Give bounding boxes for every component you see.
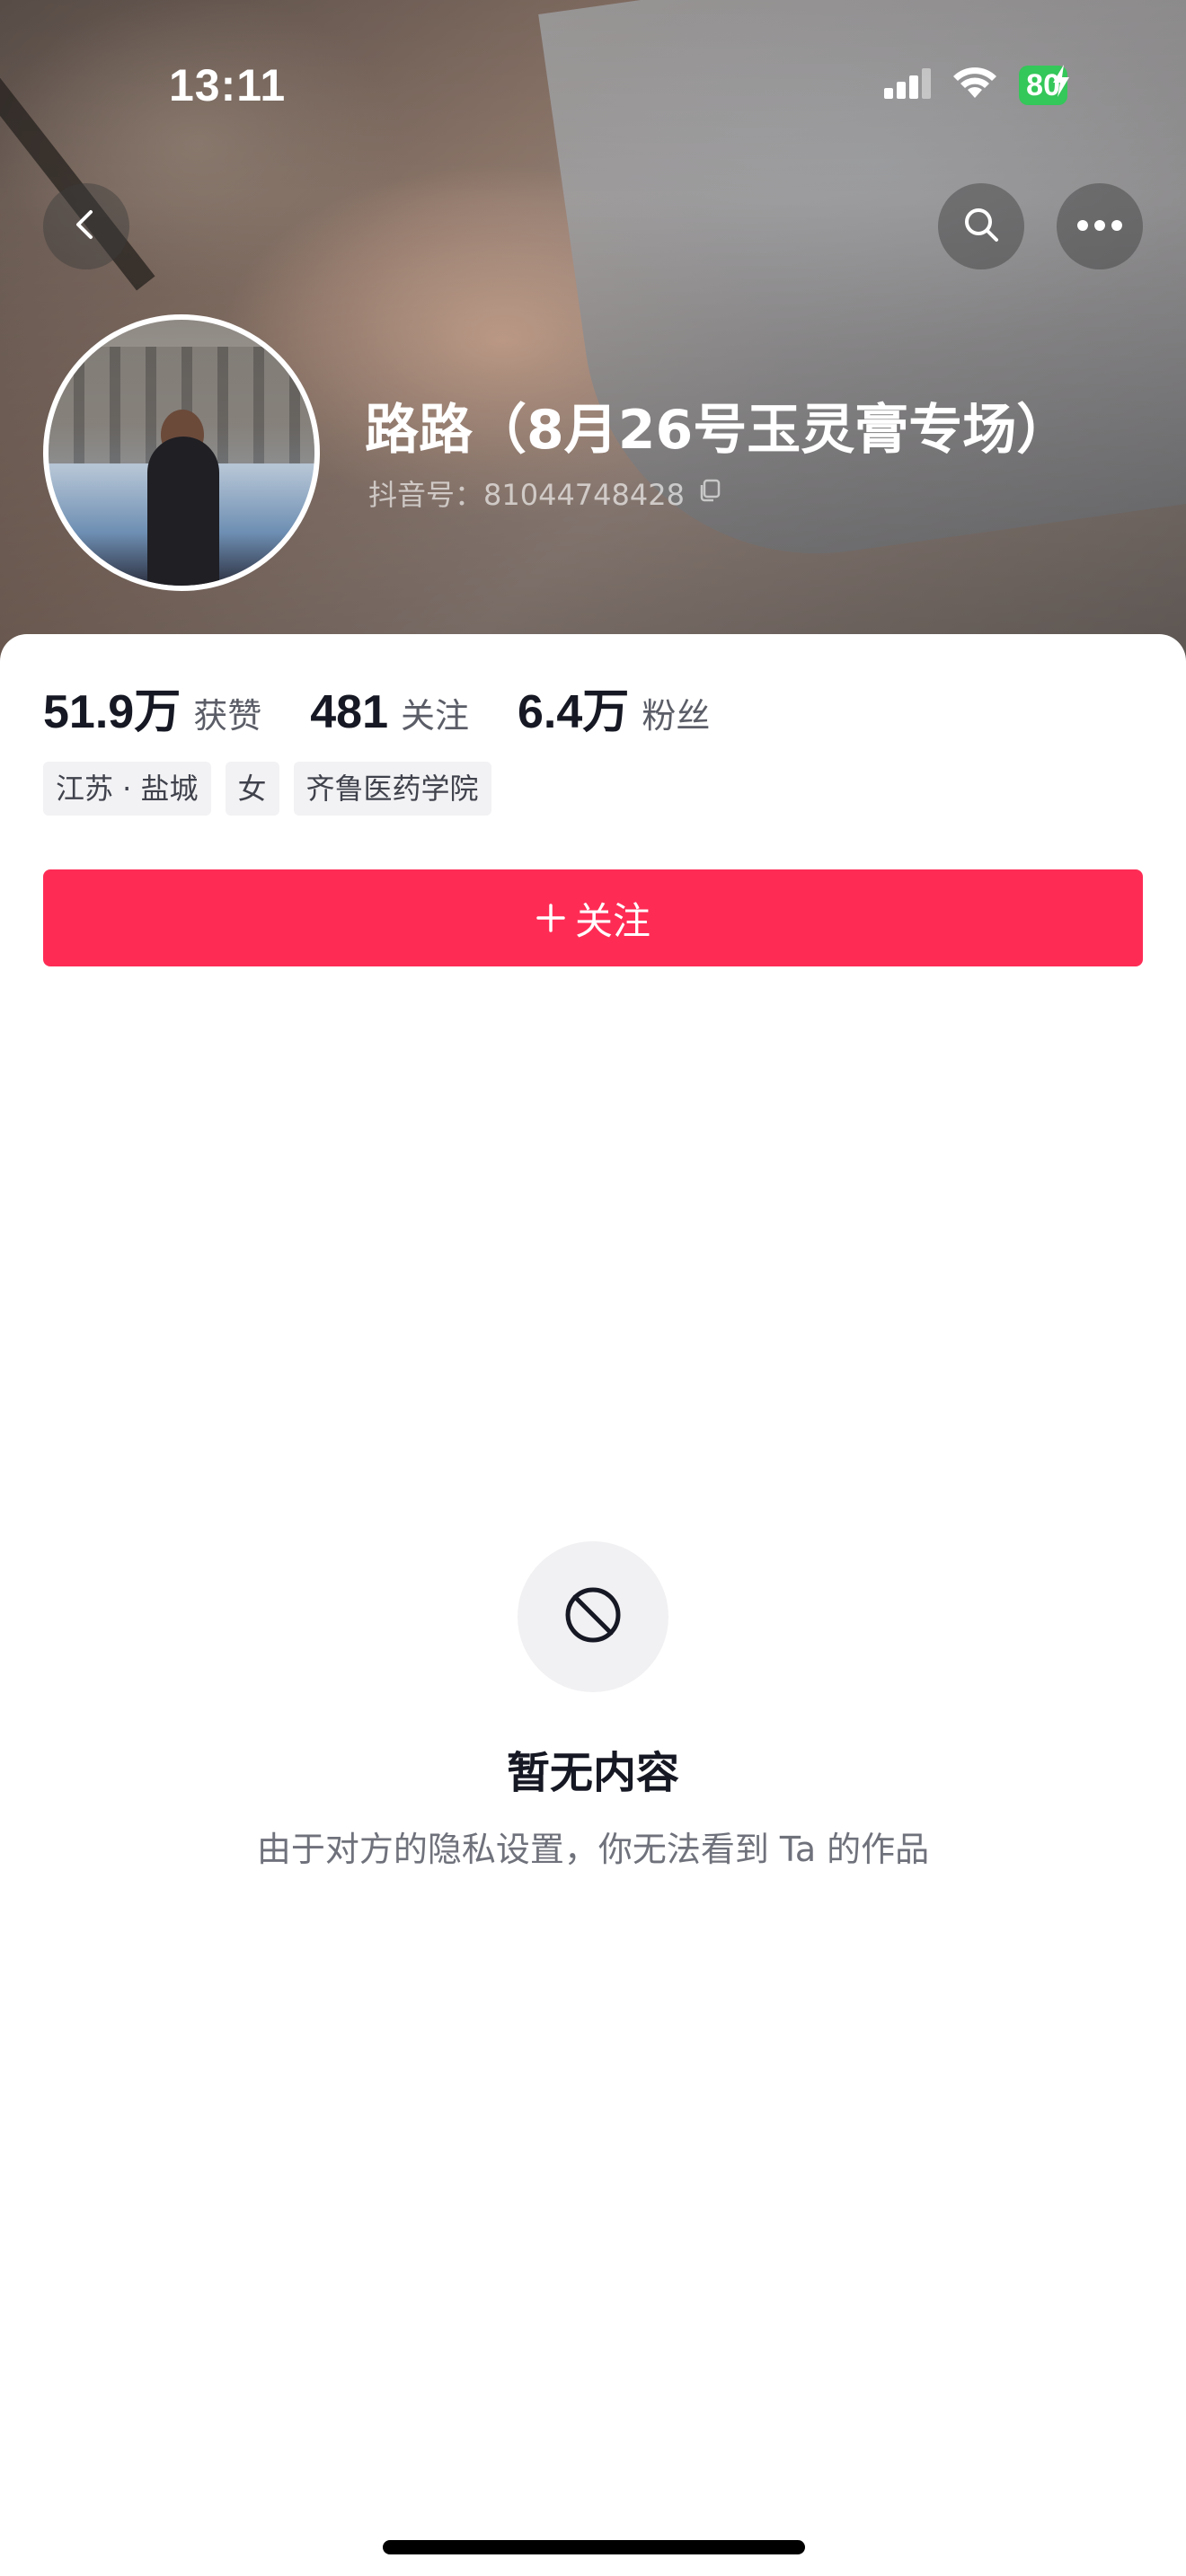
empty-state-icon-wrap: [518, 1541, 668, 1692]
battery-icon: 80: [1019, 65, 1071, 105]
search-icon: [960, 203, 1003, 250]
tag-school: 齐鲁医药学院: [293, 762, 491, 816]
copy-icon[interactable]: [697, 476, 722, 510]
avatar[interactable]: [43, 314, 320, 591]
back-button[interactable]: [43, 183, 129, 269]
empty-state-subtitle: 由于对方的隐私设置，你无法看到 Ta 的作品: [256, 1830, 930, 1869]
profile-nickname: 路路（8月26号玉灵膏专场）: [365, 399, 1071, 462]
follow-button[interactable]: 关注: [43, 869, 1143, 966]
charging-bolt-icon: [1051, 65, 1071, 105]
wifi-icon: [952, 66, 997, 103]
status-icons: 80: [884, 65, 1071, 105]
stat-followers[interactable]: 6.4万 粉丝: [518, 674, 710, 741]
tag-gender: 女: [225, 762, 279, 816]
stat-following[interactable]: 481 关注: [310, 685, 469, 739]
empty-state-title: 暂无内容: [506, 1748, 679, 1798]
plus-icon: [535, 895, 566, 941]
douyin-id-row[interactable]: 抖音号：81044748428: [368, 472, 722, 514]
search-button[interactable]: [938, 183, 1024, 269]
tag-location: 江苏 · 盐城: [43, 762, 211, 816]
stat-label: 粉丝: [642, 696, 711, 736]
status-time: 13:11: [169, 60, 287, 110]
more-horizontal-icon: [1076, 218, 1123, 235]
stat-value: 51.9万: [43, 686, 181, 738]
prohibited-icon: [562, 1584, 624, 1649]
home-indicator[interactable]: [383, 2540, 805, 2554]
stat-value: 481: [310, 686, 388, 738]
signal-icon: [884, 67, 932, 102]
more-button[interactable]: [1057, 183, 1143, 269]
stat-value: 6.4万: [518, 686, 630, 738]
stat-likes[interactable]: 51.9万 获赞: [43, 674, 261, 741]
douyin-id-text: 抖音号：81044748428: [368, 478, 685, 512]
chevron-left-icon: [68, 207, 104, 246]
avatar-image-detail: [147, 437, 219, 586]
stat-label: 获赞: [193, 696, 262, 736]
stat-label: 关注: [401, 696, 470, 736]
profile-stats: 51.9万 获赞 481 关注 6.4万 粉丝: [43, 674, 758, 741]
follow-button-label: 关注: [574, 898, 651, 943]
profile-tags: 江苏 · 盐城 女 齐鲁医药学院: [43, 762, 491, 816]
